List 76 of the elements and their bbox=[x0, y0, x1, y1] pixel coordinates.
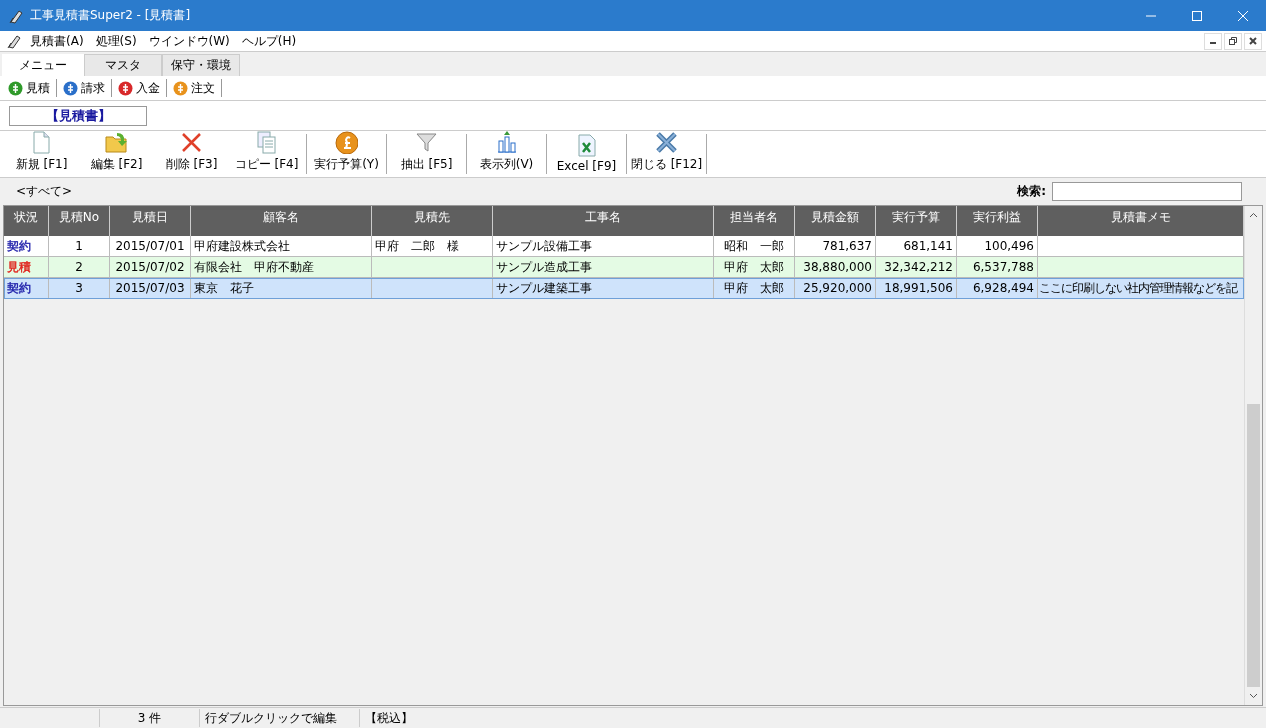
spreadsheet-icon bbox=[575, 134, 598, 157]
table-row[interactable]: 見積 2 2015/07/02 有限会社 甲府不動産 サンプル造成工事 甲府 太郎 38,880,000 32,342,212 6,537,788 bbox=[4, 257, 1244, 278]
child-minimize-button[interactable] bbox=[1204, 32, 1222, 50]
toolbar-button[interactable]: 削除 [F3] bbox=[154, 131, 229, 177]
table-cell: 6,537,788 bbox=[972, 260, 1034, 274]
toolbar-button[interactable]: 編集 [F2] bbox=[79, 131, 154, 177]
table-cell: 18,991,506 bbox=[884, 281, 953, 295]
table-cell: 甲府建設株式会社 bbox=[194, 237, 290, 255]
toolbar-button[interactable]: Excel [F9] bbox=[549, 131, 624, 177]
table-row[interactable]: 契約 3 2015/07/03 東京 花子 サンプル建築工事 甲府 太郎 25,920,000 18,991,506 6,928,494 ここに印刷しない社内管理情報などを記 bbox=[4, 278, 1244, 299]
menu-item[interactable]: 見積書(A) bbox=[24, 32, 90, 50]
menu-item[interactable]: ウインドウ(W) bbox=[142, 32, 236, 50]
table-cell: サンプル設備工事 bbox=[496, 237, 592, 255]
toolbar-button[interactable]: コピー [F4] bbox=[229, 131, 304, 177]
quick-link[interactable]: 注文 bbox=[191, 79, 215, 97]
toolbar-button[interactable]: 閉じる [F12] bbox=[629, 131, 704, 177]
child-close-button[interactable] bbox=[1244, 32, 1262, 50]
section-title: 【見積書】 bbox=[9, 105, 147, 126]
toolbar-button[interactable]: 実行予算(Y) bbox=[309, 131, 384, 177]
quick-link[interactable]: 入金 bbox=[136, 79, 160, 97]
status-text: 見積 bbox=[7, 258, 31, 276]
quick-link[interactable]: 見積 bbox=[26, 79, 50, 97]
scrollbar-thumb[interactable] bbox=[1247, 404, 1260, 687]
restore-icon bbox=[1229, 37, 1237, 45]
status-text: 契約 bbox=[7, 279, 31, 297]
app-icon bbox=[6, 33, 22, 49]
table-cell: 32,342,212 bbox=[884, 260, 953, 274]
table-cell: 1 bbox=[75, 239, 83, 253]
menu-item[interactable]: ヘルプ(H) bbox=[235, 32, 303, 50]
child-restore-button[interactable] bbox=[1224, 32, 1242, 50]
table-cell: ここに印刷しない社内管理情報などを記 bbox=[1039, 279, 1237, 297]
close-icon bbox=[1238, 10, 1248, 21]
tab[interactable]: メニュー bbox=[2, 54, 84, 76]
toolbar-button[interactable]: 表示列(V) bbox=[469, 131, 544, 177]
table-cell: 甲府 太郎 bbox=[724, 279, 784, 297]
table-row[interactable]: 契約 1 2015/07/01 甲府建設株式会社 甲府 二郎 様 サンプル設備工事 昭和 一郎 781,637 681,141 100,496 bbox=[4, 236, 1244, 257]
table-cell: 2015/07/01 bbox=[115, 239, 185, 253]
chevron-up-icon bbox=[1249, 212, 1258, 218]
table-cell: サンプル建築工事 bbox=[496, 279, 592, 297]
chevron-down-icon bbox=[1249, 693, 1258, 699]
status-text: 契約 bbox=[7, 237, 31, 255]
table-cell: 甲府 太郎 bbox=[724, 258, 784, 276]
toolbar-button[interactable]: 新規 [F1] bbox=[4, 131, 79, 177]
folder-icon bbox=[105, 131, 128, 154]
table-cell: 781,637 bbox=[822, 239, 872, 253]
table-cell: 有限会社 甲府不動産 bbox=[194, 258, 314, 276]
search-label: 検索: bbox=[1017, 182, 1046, 200]
close-icon bbox=[655, 131, 678, 154]
search-field[interactable] bbox=[1052, 181, 1242, 201]
table-cell: 681,141 bbox=[903, 239, 953, 253]
close-icon bbox=[1249, 37, 1257, 45]
table-cell: 2015/07/02 bbox=[115, 260, 185, 274]
maximize-icon bbox=[1192, 10, 1202, 21]
status-text: 【税込】 bbox=[365, 709, 413, 727]
table-cell: 昭和 一郎 bbox=[724, 237, 784, 255]
status-text: 行ダブルクリックで編集 bbox=[205, 709, 337, 727]
filter-label: <すべて> bbox=[16, 182, 74, 200]
quick-link[interactable]: 請求 bbox=[81, 79, 105, 97]
table-cell: 6,928,494 bbox=[972, 281, 1034, 295]
window-title: 工事見積書Super2 - [見積書] bbox=[30, 7, 192, 24]
table-cell: 2 bbox=[75, 260, 83, 274]
table-cell: 2015/07/03 bbox=[115, 281, 185, 295]
table-cell: 25,920,000 bbox=[803, 281, 872, 295]
table-cell: サンプル造成工事 bbox=[496, 258, 592, 276]
menu-item[interactable]: 処理(S) bbox=[89, 32, 143, 50]
table-cell: 3 bbox=[75, 281, 83, 295]
scrollbar[interactable] bbox=[1244, 206, 1262, 705]
tab[interactable]: 保守・環境 bbox=[162, 54, 240, 76]
table-cell: 38,880,000 bbox=[803, 260, 872, 274]
table-cell: 100,496 bbox=[984, 239, 1034, 253]
table-cell: 東京 花子 bbox=[194, 279, 254, 297]
toolbar-button[interactable]: 抽出 [F5] bbox=[389, 131, 464, 177]
status-text: 3 件 bbox=[137, 709, 162, 727]
table-cell: 甲府 二郎 様 bbox=[375, 237, 459, 255]
cross-icon bbox=[180, 131, 203, 154]
tab[interactable]: マスタ bbox=[84, 54, 162, 76]
